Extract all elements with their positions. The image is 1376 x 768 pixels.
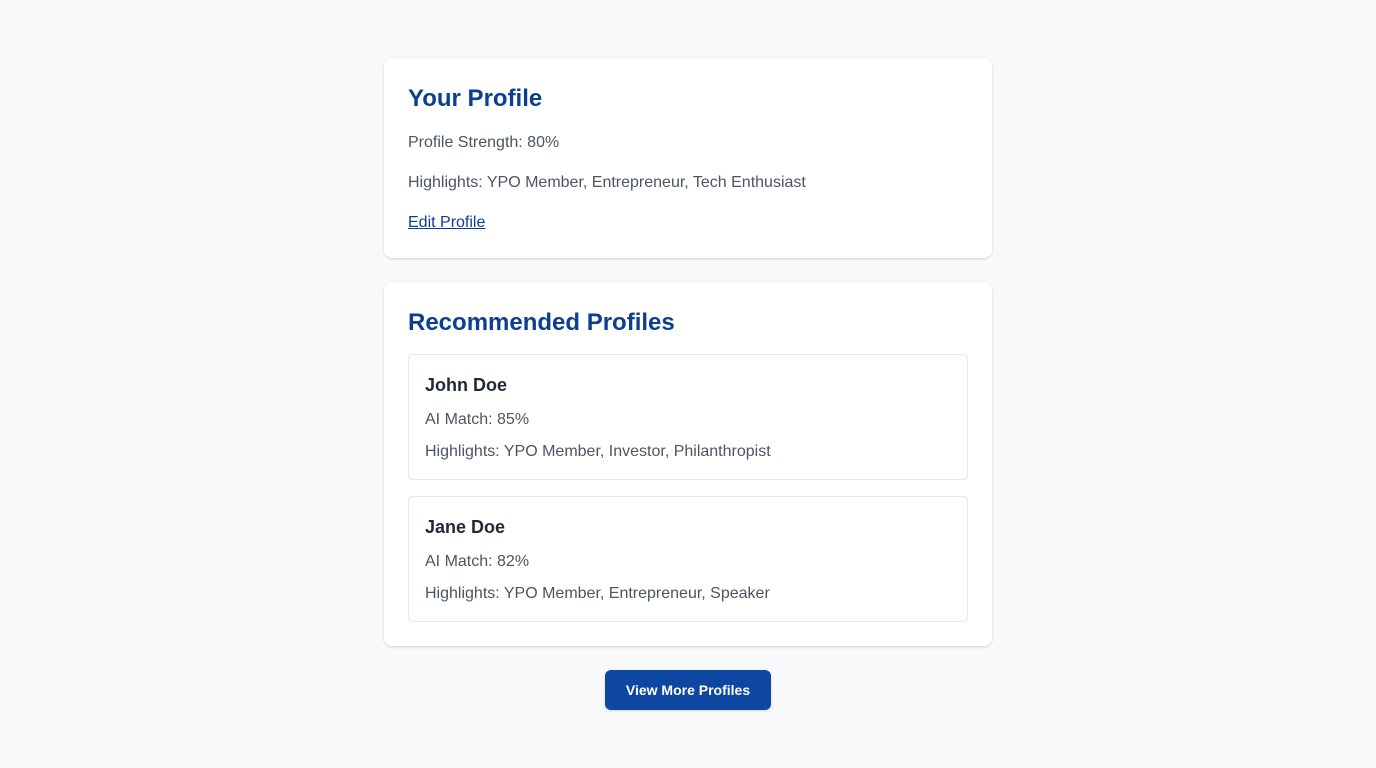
recommended-profile-highlights: Highlights: YPO Member, Investor, Philan… — [425, 443, 771, 460]
profile-highlights: Highlights: YPO Member, Entrepreneur, Te… — [408, 174, 806, 191]
recommended-profile-item[interactable]: John Doe AI Match: 85% Highlights: YPO M… — [408, 354, 968, 480]
edit-profile-link[interactable]: Edit Profile — [408, 213, 485, 233]
recommended-profile-highlights: Highlights: YPO Member, Entrepreneur, Sp… — [425, 585, 770, 602]
recommended-profiles-title: Recommended Profiles — [408, 309, 675, 336]
recommended-profile-match: AI Match: 82% — [425, 553, 530, 570]
profile-strength: Profile Strength: 80% — [408, 134, 560, 151]
view-more-profiles-button[interactable]: View More Profiles — [605, 670, 771, 710]
recommended-profiles-card: Recommended Profiles John Doe AI Match: … — [384, 282, 992, 646]
your-profile-card: Your Profile Profile Strength: 80% Highl… — [384, 58, 992, 258]
recommended-profile-name: Jane Doe — [425, 517, 506, 537]
recommended-profile-item[interactable]: Jane Doe AI Match: 82% Highlights: YPO M… — [408, 496, 968, 622]
recommended-profile-match: AI Match: 85% — [425, 411, 530, 428]
your-profile-title: Your Profile — [408, 85, 543, 112]
page: Your Profile Profile Strength: 80% Highl… — [0, 0, 1376, 768]
recommended-profile-name: John Doe — [425, 375, 508, 395]
